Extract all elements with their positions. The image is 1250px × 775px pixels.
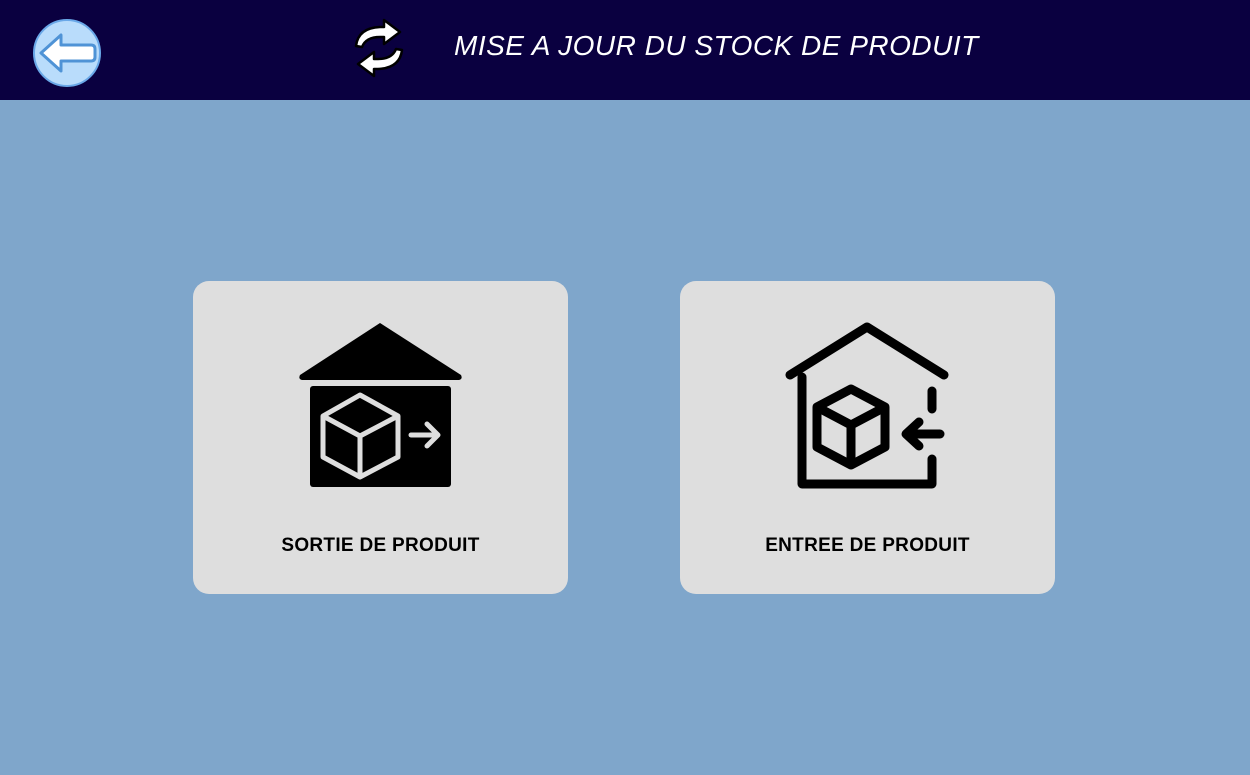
product-out-button[interactable]: SORTIE DE PRODUIT [193,281,568,594]
page-title: MISE A JOUR DU STOCK DE PRODUIT [454,30,979,61]
refresh-icon[interactable] [348,18,410,78]
product-in-button[interactable]: ENTREE DE PRODUIT [680,281,1055,594]
header-bar: MISE A JOUR DU STOCK DE PRODUIT [0,0,1250,100]
product-in-label: ENTREE DE PRODUIT [765,535,970,556]
back-arrow-icon [39,33,97,73]
warehouse-box-in-icon [785,322,949,489]
warehouse-box-out-icon [299,323,462,487]
product-out-label: SORTIE DE PRODUIT [281,535,480,556]
back-button[interactable] [33,19,101,87]
